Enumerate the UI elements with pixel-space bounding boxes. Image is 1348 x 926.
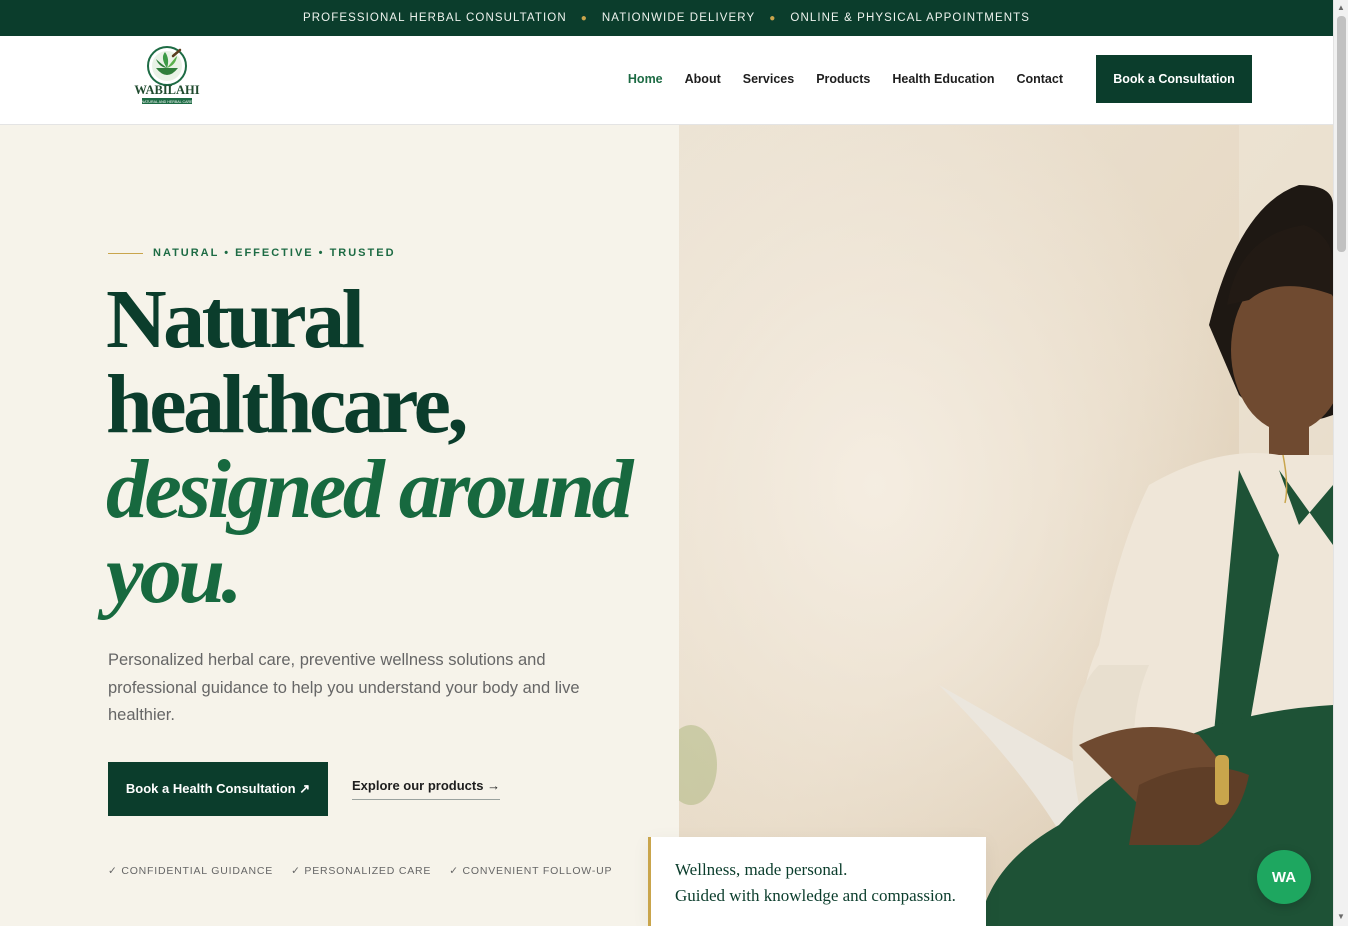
scroll-down-icon[interactable]: ▼ [1337, 912, 1345, 921]
nav-link-products[interactable]: Products [816, 72, 870, 86]
announcement-item: NATIONWIDE DELIVERY [601, 12, 756, 24]
trust-item: ✓ PERSONALIZED CARE [291, 865, 432, 877]
trust-item: ✓ CONVENIENT FOLLOW-UP [449, 865, 613, 877]
announcement-bar: PROFESSIONAL HERBAL CONSULTATION ● NATIO… [0, 0, 1333, 36]
nav-link-services[interactable]: Services [743, 72, 794, 86]
divider [108, 252, 143, 254]
headline-italic-line: designed around [106, 443, 633, 536]
woman-portrait-image [679, 125, 1333, 926]
nav-link-health-education[interactable]: Health Education [892, 72, 994, 86]
site-header: WABILAHI NATURAL AND HERBAL CARE Home Ab… [0, 36, 1333, 125]
svg-text:NATURAL AND HERBAL CARE: NATURAL AND HERBAL CARE [142, 100, 194, 104]
quote-line: Wellness, made personal. [675, 860, 848, 879]
nav-link-home[interactable]: Home [628, 72, 663, 86]
bullet-icon: ● [769, 12, 777, 24]
hero-headline: Natural healthcare, designed around you. [106, 277, 633, 617]
whatsapp-chat-button[interactable]: WA [1257, 850, 1311, 904]
quote-line: Guided with knowledge and compassion. [675, 886, 956, 905]
announcement-item: PROFESSIONAL HERBAL CONSULTATION [302, 12, 567, 24]
hero-content: NATURAL • EFFECTIVE • TRUSTED Natural he… [0, 125, 679, 926]
main-nav: Home About Services Products Health Educ… [628, 72, 1063, 86]
quote-card: Wellness, made personal. Guided with kno… [648, 837, 986, 926]
svg-text:WABILAHI: WABILAHI [134, 83, 199, 97]
bullet-icon: ● [580, 12, 588, 24]
vertical-scrollbar[interactable]: ▲ ▼ [1333, 0, 1348, 926]
hero-eyebrow: NATURAL • EFFECTIVE • TRUSTED [108, 247, 396, 259]
explore-products-link[interactable]: Explore our products → [352, 778, 501, 800]
hero-lead-text: Personalized herbal care, preventive wel… [108, 651, 580, 724]
headline-line: Natural [106, 273, 365, 366]
nav-link-contact[interactable]: Contact [1016, 72, 1063, 86]
scroll-up-icon[interactable]: ▲ [1337, 3, 1345, 12]
logo[interactable]: WABILAHI NATURAL AND HERBAL CARE [132, 42, 202, 108]
headline-line: healthcare, [106, 358, 468, 451]
trust-badges: ✓ CONFIDENTIAL GUIDANCE ✓ PERSONALIZED C… [108, 865, 612, 877]
trust-item: ✓ CONFIDENTIAL GUIDANCE [108, 865, 274, 877]
headline-italic-line: you. [106, 528, 243, 621]
book-health-consultation-button[interactable]: Book a Health Consultation ↗ [108, 762, 328, 816]
scrollbar-thumb[interactable] [1337, 16, 1346, 252]
eyebrow-text: NATURAL • EFFECTIVE • TRUSTED [153, 247, 396, 259]
hero-image [679, 125, 1333, 926]
nav-link-about[interactable]: About [685, 72, 721, 86]
mortar-leaf-icon: WABILAHI NATURAL AND HERBAL CARE [134, 46, 200, 104]
book-consultation-button[interactable]: Book a Consultation [1096, 55, 1252, 103]
announcement-item: ONLINE & PHYSICAL APPOINTMENTS [790, 12, 1031, 24]
